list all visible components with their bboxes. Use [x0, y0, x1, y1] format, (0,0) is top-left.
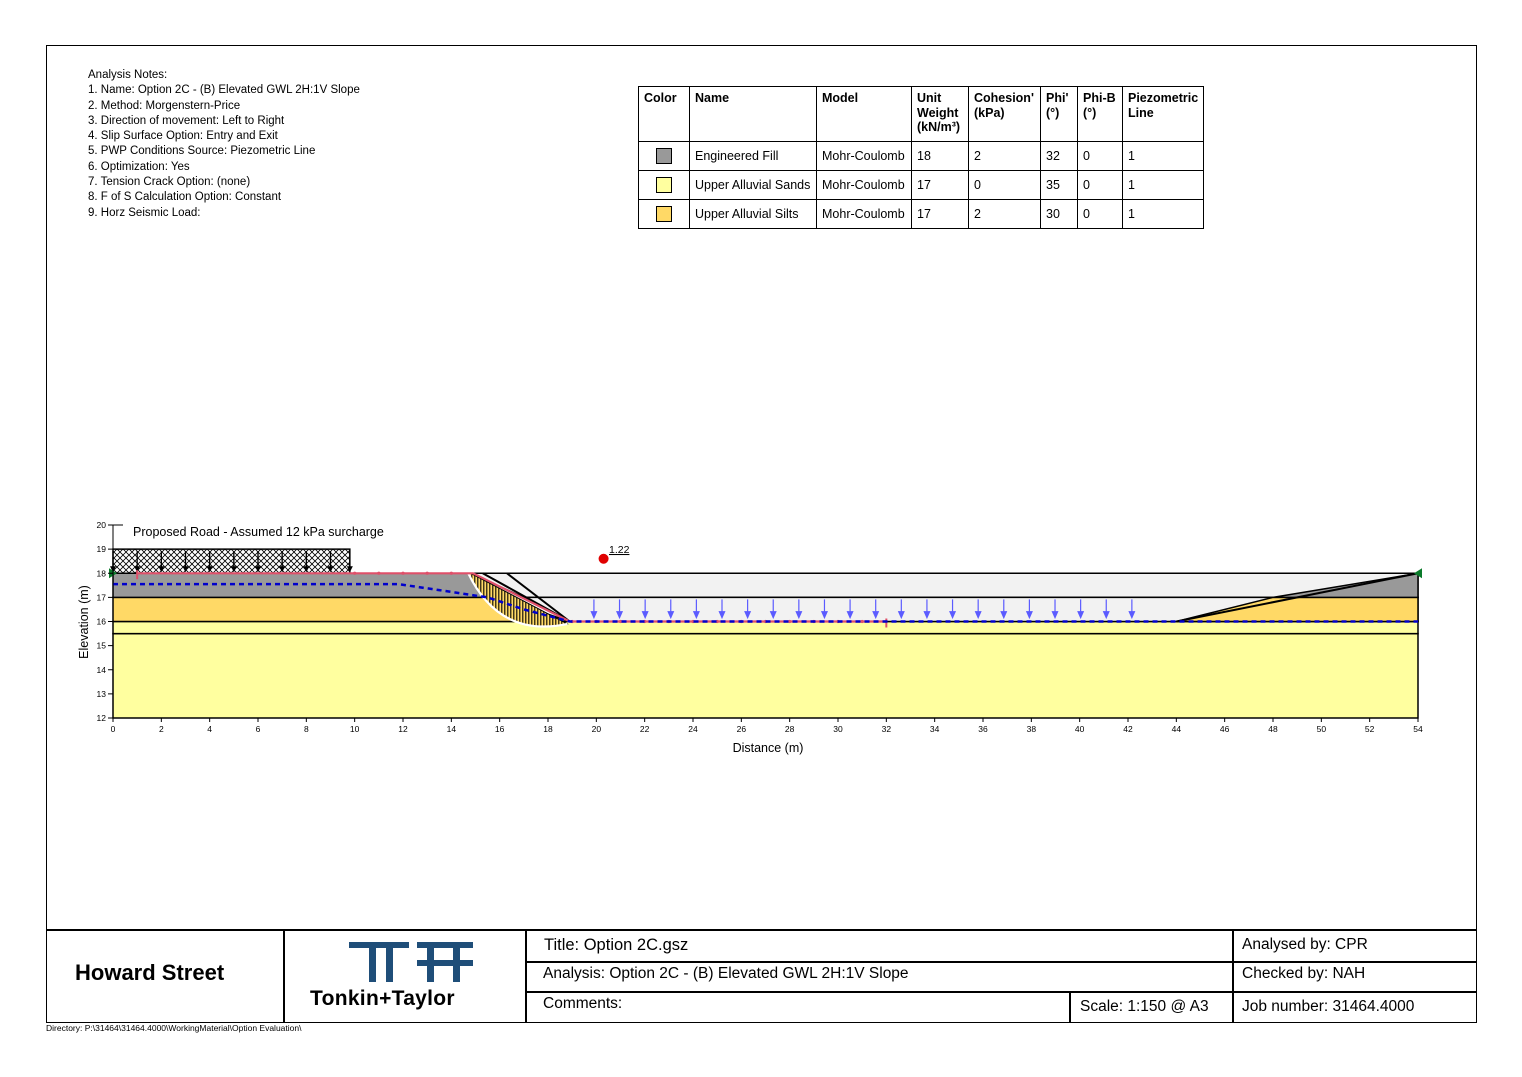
titleblock-divider — [1069, 991, 1071, 1023]
exit-point — [860, 619, 864, 624]
y-tick-label: 15 — [97, 641, 107, 651]
x-tick-label: 16 — [495, 724, 505, 734]
analysed-by: Analysed by: CPR — [1242, 936, 1368, 953]
titleblock-divider — [525, 929, 527, 1023]
x-tick-label: 26 — [737, 724, 747, 734]
exit-point — [788, 619, 792, 624]
titleblock-divider — [525, 991, 1477, 993]
x-tick-label: 12 — [398, 724, 408, 734]
x-tick-label: 20 — [592, 724, 602, 734]
x-tick-label: 2 — [159, 724, 164, 734]
x-tick-label: 40 — [1075, 724, 1085, 734]
entry-point — [377, 571, 381, 575]
x-tick-label: 0 — [111, 724, 116, 734]
x-tick-label: 50 — [1317, 724, 1327, 734]
x-axis-title: Distance (m) — [733, 741, 804, 755]
x-tick-label: 34 — [930, 724, 940, 734]
titleblock-divider — [525, 961, 1477, 963]
job-number: Job number: 31464.4000 — [1242, 998, 1415, 1015]
surcharge-label: Proposed Road - Assumed 12 kPa surcharge — [133, 525, 384, 539]
tonkin-taylor-logo-icon — [349, 942, 473, 982]
x-tick-label: 28 — [785, 724, 795, 734]
titleblock-divider — [283, 929, 285, 1023]
checked-by: Checked by: NAH — [1242, 965, 1366, 982]
titleblock-divider — [1232, 929, 1234, 1023]
x-tick-label: 44 — [1172, 724, 1182, 734]
slope-cross-section: 0 2 4 6 8 10 12 14 16 18 20 22 24 26 28 30 32 34 36 38 40 42 4… — [77, 520, 1423, 755]
entry-point — [353, 571, 357, 575]
slip-center-marker — [598, 553, 609, 564]
comments-label: Comments: — [543, 995, 623, 1012]
entry-point — [425, 571, 429, 575]
y-tick-label: 20 — [97, 520, 107, 530]
x-tick-label: 6 — [256, 724, 261, 734]
drawing-title: Title: Option 2C.gsz — [544, 936, 689, 954]
factor-of-safety-label: 1.22 — [609, 544, 630, 556]
scale-label: Scale: 1:150 @ A3 — [1080, 998, 1209, 1015]
upper-sands-region — [112, 620, 1419, 635]
x-tick-label: 42 — [1123, 724, 1133, 734]
surcharge-block — [112, 548, 351, 574]
x-tick-label: 22 — [640, 724, 650, 734]
x-tick-label: 48 — [1268, 724, 1278, 734]
y-tick-label: 19 — [97, 544, 107, 554]
logo-text: Tonkin+Taylor — [310, 987, 455, 1010]
y-tick-label: 17 — [97, 592, 107, 602]
project-name: Howard Street — [75, 960, 225, 985]
x-tick-label: 14 — [447, 724, 457, 734]
y-tick-label: 18 — [97, 568, 107, 578]
x-tick-label: 8 — [304, 724, 309, 734]
lower-sands-region — [112, 632, 1419, 719]
analysis-name: Analysis: Option 2C - (B) Elevated GWL 2… — [543, 965, 909, 982]
x-tick-label: 54 — [1413, 724, 1423, 734]
x-tick-label: 32 — [882, 724, 892, 734]
x-tick-label: 10 — [350, 724, 360, 734]
x-tick-label: 24 — [688, 724, 698, 734]
titleblock-top-line — [46, 929, 1477, 931]
x-tick-label: 38 — [1027, 724, 1037, 734]
y-tick-label: 12 — [97, 713, 107, 723]
excavated-region-upper — [470, 572, 1419, 599]
x-tick-label: 4 — [207, 724, 212, 734]
x-tick-label: 36 — [978, 724, 988, 734]
entry-point — [449, 571, 453, 575]
y-axis-title: Elevation (m) — [77, 585, 91, 659]
x-tick-label: 46 — [1220, 724, 1230, 734]
y-tick-label: 14 — [97, 665, 107, 675]
x-tick-label: 52 — [1365, 724, 1375, 734]
entry-point — [401, 571, 405, 575]
y-tick-label: 16 — [97, 617, 107, 627]
directory-path: Directory: P:\31464\31464.4000\WorkingMa… — [46, 1023, 302, 1033]
x-tick-label: 18 — [543, 724, 553, 734]
y-tick-label: 13 — [97, 689, 107, 699]
x-tick-label: 30 — [833, 724, 843, 734]
